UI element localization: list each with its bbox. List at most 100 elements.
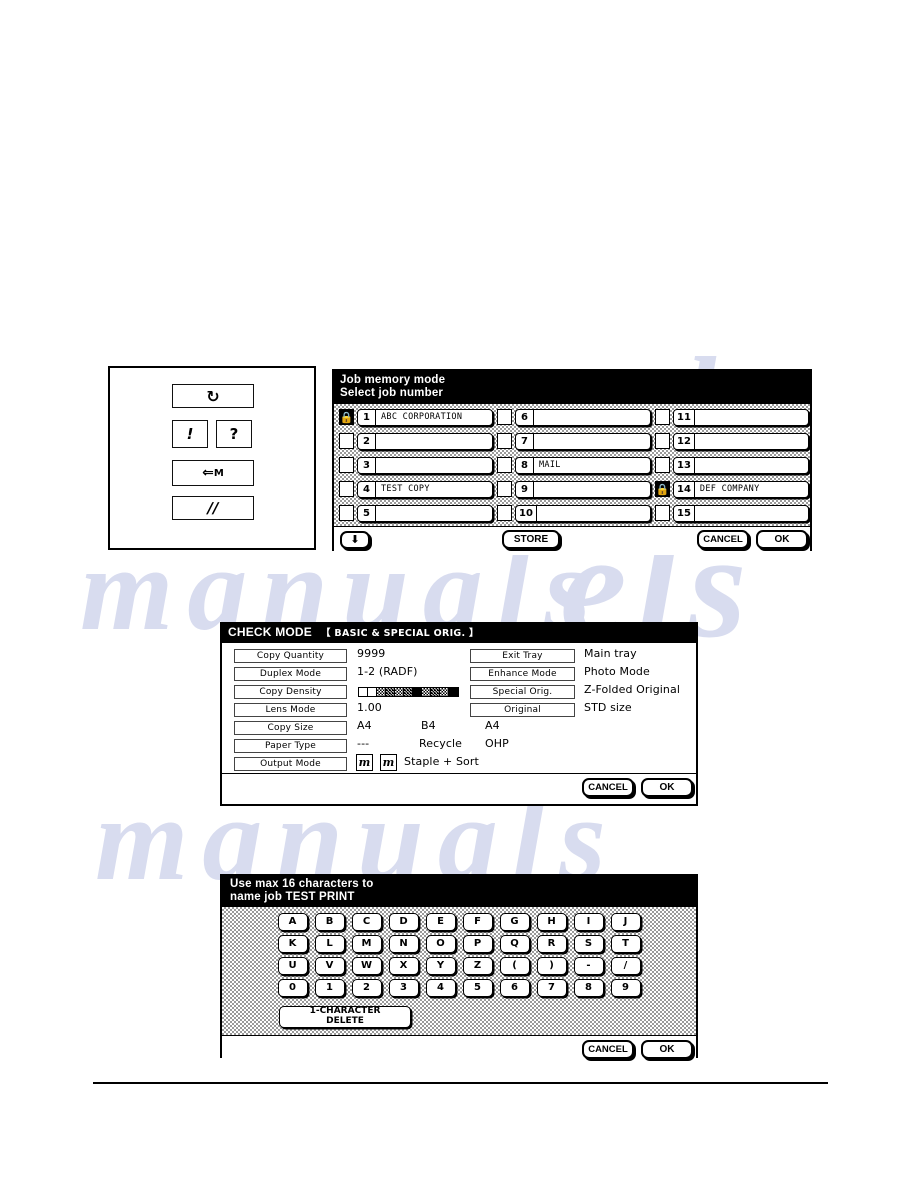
- key-T[interactable]: T: [610, 934, 641, 953]
- key-D[interactable]: D: [388, 912, 419, 931]
- store-button[interactable]: STORE: [502, 529, 560, 549]
- padlock-glyph: 🔒: [655, 482, 670, 496]
- key-)[interactable]: ): [536, 956, 567, 975]
- lock-checkbox[interactable]: 🔒: [339, 457, 354, 474]
- key-X[interactable]: X: [388, 956, 419, 975]
- key-H[interactable]: H: [536, 912, 567, 931]
- job-memory-entry-button[interactable]: 14 DEF COMPANY: [673, 480, 809, 498]
- job-memory-entry-button[interactable]: 12: [673, 432, 809, 450]
- lock-checkbox[interactable]: 🔒: [497, 505, 512, 522]
- ok-button[interactable]: OK: [756, 529, 808, 549]
- job-number: 14: [674, 481, 695, 497]
- ok-button[interactable]: OK: [641, 1039, 693, 1059]
- lock-checkbox[interactable]: 🔒: [339, 505, 354, 522]
- key-Z[interactable]: Z: [462, 956, 493, 975]
- key-V[interactable]: V: [314, 956, 345, 975]
- job-memory-row: 🔒5: [339, 504, 493, 523]
- job-memory-entry-button[interactable]: 2: [357, 432, 493, 450]
- job-memory-entry-button[interactable]: 10: [515, 504, 651, 522]
- key-C[interactable]: C: [351, 912, 382, 931]
- output-mode-label[interactable]: Output Mode: [234, 756, 347, 771]
- key-P[interactable]: P: [462, 934, 493, 953]
- key-4[interactable]: 4: [425, 978, 456, 997]
- lens-mode-label[interactable]: Lens Mode: [234, 702, 347, 717]
- key-5[interactable]: 5: [462, 978, 493, 997]
- special-orig-label[interactable]: Special Orig.: [470, 684, 575, 699]
- key-0[interactable]: 0: [277, 978, 308, 997]
- key-S[interactable]: S: [573, 934, 604, 953]
- key-I[interactable]: I: [573, 912, 604, 931]
- job-memory-entry-button[interactable]: 13: [673, 456, 809, 474]
- cancel-button[interactable]: CANCEL: [582, 1039, 634, 1059]
- original-label[interactable]: Original: [470, 702, 575, 717]
- duplex-mode-label[interactable]: Duplex Mode: [234, 666, 347, 681]
- job-memory-entry-button[interactable]: 7: [515, 432, 651, 450]
- key-E[interactable]: E: [425, 912, 456, 931]
- key-G[interactable]: G: [499, 912, 530, 931]
- lock-checkbox[interactable]: 🔒: [655, 409, 670, 426]
- copy-size-label[interactable]: Copy Size: [234, 720, 347, 735]
- lock-checkbox[interactable]: 🔒: [655, 505, 670, 522]
- key-K[interactable]: K: [277, 934, 308, 953]
- key-/[interactable]: /: [610, 956, 641, 975]
- alert-key[interactable]: !: [172, 420, 208, 448]
- key-M[interactable]: M: [351, 934, 382, 953]
- lock-icon[interactable]: 🔒: [655, 481, 670, 498]
- key-3[interactable]: 3: [388, 978, 419, 997]
- key-N[interactable]: N: [388, 934, 419, 953]
- job-memory-entry-button[interactable]: 5: [357, 504, 493, 522]
- job-memory-entry-button[interactable]: 9: [515, 480, 651, 498]
- enhance-mode-label[interactable]: Enhance Mode: [470, 666, 575, 681]
- key-1[interactable]: 1: [314, 978, 345, 997]
- key-W[interactable]: W: [351, 956, 382, 975]
- key-A[interactable]: A: [277, 912, 308, 931]
- reset-key[interactable]: ↻: [172, 384, 254, 408]
- interrupt-key[interactable]: ∕∕: [172, 496, 254, 520]
- one-character-delete-button[interactable]: 1-CHARACTER DELETE: [279, 1005, 411, 1028]
- job-memory-entry-button[interactable]: 4 TEST COPY: [357, 480, 493, 498]
- lock-checkbox[interactable]: 🔒: [655, 457, 670, 474]
- key-R[interactable]: R: [536, 934, 567, 953]
- lock-checkbox[interactable]: 🔒: [339, 433, 354, 450]
- original-value: STD size: [584, 700, 632, 714]
- job-memory-entry-button[interactable]: 8 MAIL: [515, 456, 651, 474]
- key-2[interactable]: 2: [351, 978, 382, 997]
- copy-quantity-label[interactable]: Copy Quantity: [234, 648, 347, 663]
- lock-checkbox[interactable]: 🔒: [497, 481, 512, 498]
- lock-checkbox[interactable]: 🔒: [497, 457, 512, 474]
- key-L[interactable]: L: [314, 934, 345, 953]
- copy-density-label[interactable]: Copy Density: [234, 684, 347, 699]
- key--[interactable]: -: [573, 956, 604, 975]
- job-memory-entry-button[interactable]: 15: [673, 504, 809, 522]
- job-memory-entry-button[interactable]: 3: [357, 456, 493, 474]
- job-memory-entry-button[interactable]: 11: [673, 408, 809, 426]
- key-B[interactable]: B: [314, 912, 345, 931]
- lock-checkbox[interactable]: 🔒: [339, 481, 354, 498]
- job-memory-entry-button[interactable]: 6: [515, 408, 651, 426]
- lock-icon[interactable]: 🔒: [339, 409, 354, 426]
- key-O[interactable]: O: [425, 934, 456, 953]
- scroll-down-button[interactable]: ⬇: [340, 530, 370, 549]
- lock-checkbox[interactable]: 🔒: [655, 433, 670, 450]
- memory-key[interactable]: ⇐ M: [172, 460, 254, 486]
- key-9[interactable]: 9: [610, 978, 641, 997]
- key-Q[interactable]: Q: [499, 934, 530, 953]
- paper-type-label[interactable]: Paper Type: [234, 738, 347, 753]
- job-memory-entry-button[interactable]: 1 ABC CORPORATION: [357, 408, 493, 426]
- key-J[interactable]: J: [610, 912, 641, 931]
- key-8[interactable]: 8: [573, 978, 604, 997]
- check-mode-title: CHECK MODE 【 BASIC & SPECIAL ORIG. 】: [222, 624, 696, 643]
- ok-button[interactable]: OK: [641, 777, 693, 797]
- help-key[interactable]: ?: [216, 420, 252, 448]
- lock-checkbox[interactable]: 🔒: [497, 433, 512, 450]
- key-F[interactable]: F: [462, 912, 493, 931]
- cancel-button[interactable]: CANCEL: [582, 777, 634, 797]
- lock-checkbox[interactable]: 🔒: [497, 409, 512, 426]
- key-U[interactable]: U: [277, 956, 308, 975]
- key-Y[interactable]: Y: [425, 956, 456, 975]
- key-6[interactable]: 6: [499, 978, 530, 997]
- key-7[interactable]: 7: [536, 978, 567, 997]
- key-([interactable]: (: [499, 956, 530, 975]
- exit-tray-label[interactable]: Exit Tray: [470, 648, 575, 663]
- cancel-button[interactable]: CANCEL: [697, 529, 749, 549]
